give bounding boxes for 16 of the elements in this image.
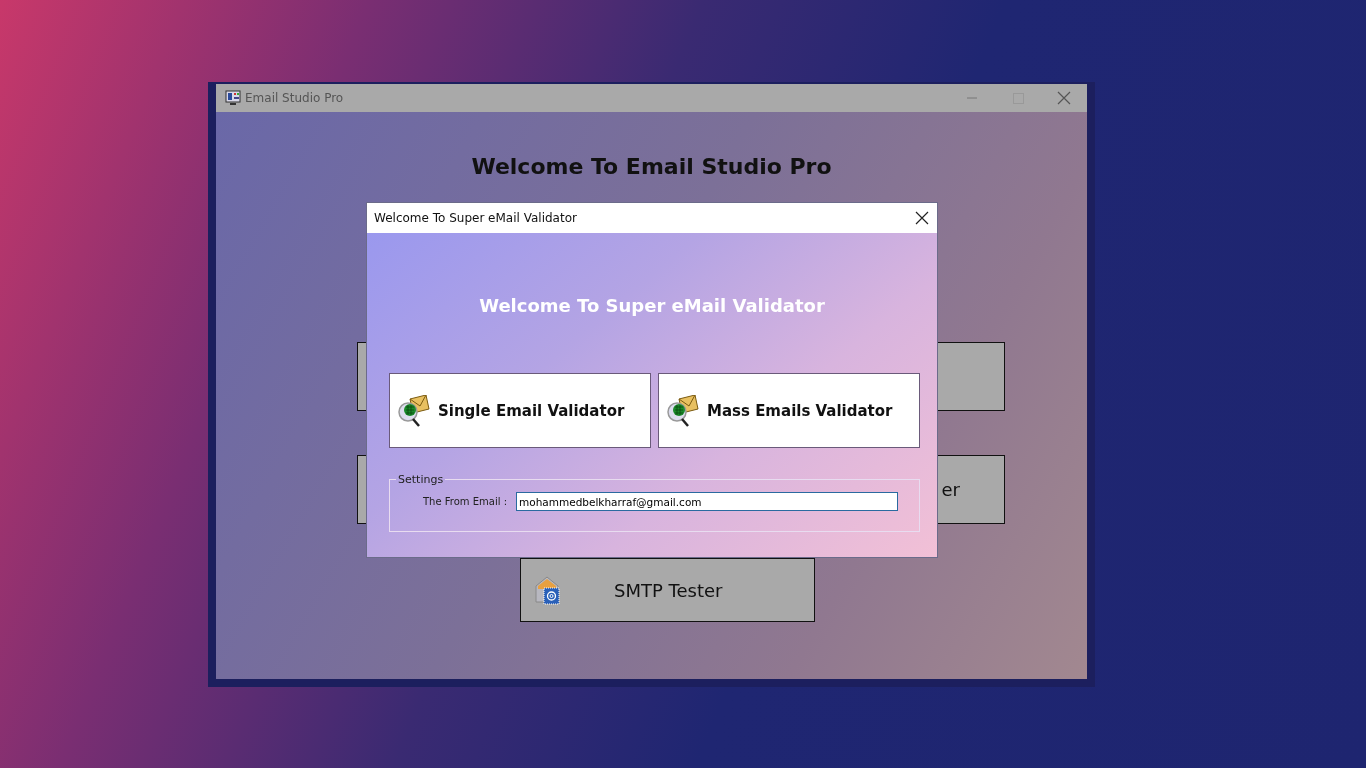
button-label: er <box>941 479 960 500</box>
heading: Welcome To Email Studio Pro <box>470 153 833 181</box>
group-label: Settings <box>397 473 445 486</box>
envelope-icon <box>533 574 561 606</box>
magnifier-envelope-icon <box>396 394 430 427</box>
smtp-tester-button[interactable]: SMTP Tester <box>520 558 815 622</box>
close-icon[interactable] <box>915 211 929 225</box>
validator-button[interactable]: Single Email Validator <box>389 373 651 448</box>
input-field[interactable]: mohammedbelkharraf@gmail.com <box>516 492 898 511</box>
validator-button[interactable]: Mass Emails Validator <box>658 373 920 448</box>
window-title: Email Studio Pro <box>245 91 345 105</box>
app-icon <box>225 90 241 106</box>
window-title: Welcome To Super eMail Validator <box>374 211 577 225</box>
heading: Welcome To Super eMail Validator <box>478 294 826 318</box>
magnifier-envelope-icon <box>665 394 699 427</box>
field-label: The From Email : <box>423 496 509 507</box>
